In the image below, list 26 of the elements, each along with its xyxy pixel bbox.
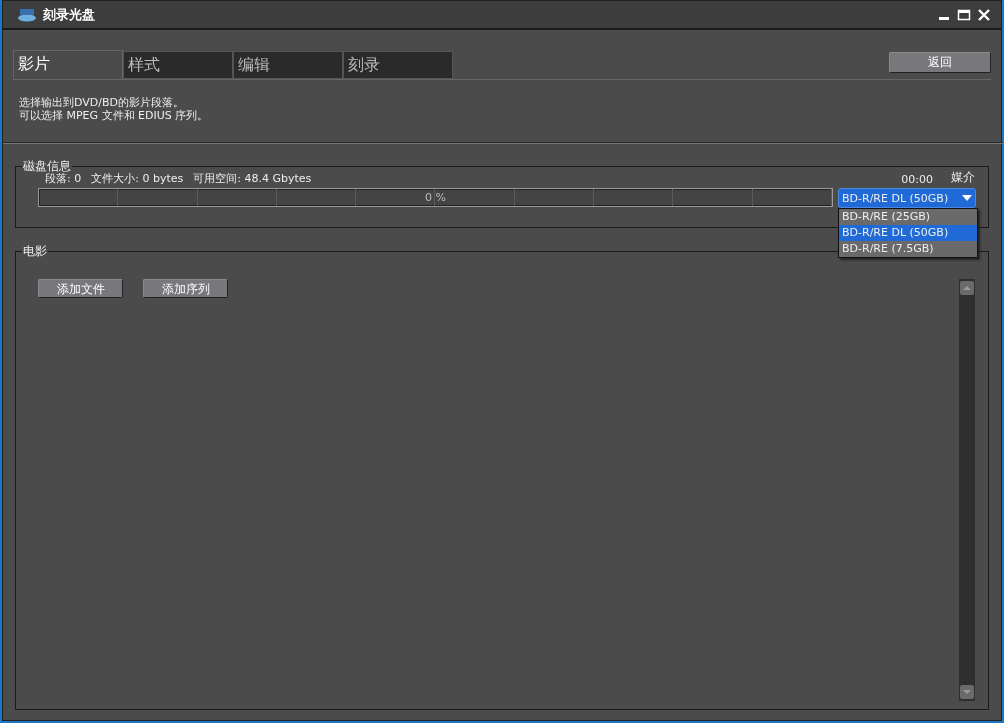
back-button[interactable]: 返回: [889, 52, 991, 73]
media-label: 媒介: [951, 169, 975, 186]
tab[interactable]: 编辑: [233, 51, 343, 79]
panel-title: 电影: [22, 245, 48, 257]
description-text: 选择输出到DVD/BD的影片段落。: [19, 96, 185, 109]
dropdown-option[interactable]: BD-R/RE (25GB): [839, 209, 977, 225]
capacity-reading: 0 %: [424, 191, 447, 204]
add-button[interactable]: 添加序列: [143, 279, 228, 298]
maximize-icon[interactable]: [957, 7, 971, 22]
close-icon[interactable]: [977, 7, 991, 22]
panel-title: 磁盘信息: [22, 160, 72, 172]
media-dropdown[interactable]: BD-R/RE DL (50GB): [838, 188, 976, 208]
description-text: 可以选择 MPEG 文件和 EDIUS 序列。: [19, 109, 210, 122]
free-space: 可用空间: 48.4 Gbytes: [193, 171, 312, 186]
segment-count: 段落: 0: [45, 171, 82, 186]
add-button[interactable]: 添加文件: [38, 279, 123, 298]
dropdown-option[interactable]: BD-R/RE (7.5GB): [839, 241, 977, 257]
duration: 00:00: [901, 173, 933, 186]
disc-icon: [17, 7, 37, 22]
caret-icon: [962, 195, 972, 201]
dropdown-option[interactable]: BD-R/RE DL (50GB): [839, 225, 977, 241]
window-title: 刻录光盘: [43, 5, 95, 24]
file-size: 文件大小: 0 bytes: [91, 171, 184, 186]
tab[interactable]: 影片: [13, 50, 123, 79]
tab[interactable]: 刻录: [343, 51, 453, 79]
tab[interactable]: 样式: [123, 51, 233, 79]
